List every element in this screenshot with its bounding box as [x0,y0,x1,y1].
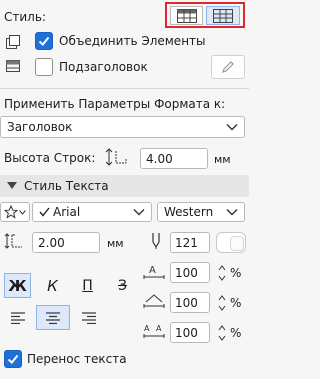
row-height-icon [105,148,127,166]
width-factor-icon: A [143,265,165,279]
width-factor-value: 100 [175,266,198,280]
chevron-down-icon [226,209,238,216]
spacing-factor-icon [143,294,165,308]
subheader-checkbox[interactable] [35,58,53,76]
spacing-factor-stepper[interactable] [218,294,226,312]
chevron-down-icon [19,209,26,215]
svg-text:A: A [144,324,150,333]
stepper-arrows-icon [218,265,226,281]
italic-glyph: К [47,276,58,295]
leading-factor-stepper[interactable] [218,324,226,342]
spacing-factor-percent: % [230,296,242,310]
leading-factor-percent: % [230,326,242,340]
spacing-factor-value: 100 [175,296,198,310]
spacing-factor-input[interactable]: 100 [170,292,210,313]
width-factor-input[interactable]: 100 [170,262,210,283]
table-grid-icon [176,8,197,23]
bold-button[interactable]: Ж [4,273,31,298]
align-right-button[interactable] [75,305,102,330]
merge-elements-checkbox[interactable] [35,32,53,50]
apply-format-value: Заголовок [7,120,73,134]
subheader-table-icon [6,60,20,72]
row-height-input[interactable]: 4.00 [140,148,208,169]
pencil-icon [222,61,234,73]
merge-elements-label: Объединить Элементы [59,34,206,48]
bold-glyph: Ж [8,276,27,295]
row-height-unit: мм [214,153,231,166]
apply-format-label: Применить Параметры Формата к: [4,97,226,111]
script-dropdown[interactable]: Western [157,202,245,222]
table-style-plain-button[interactable] [206,6,240,25]
text-style-title: Стиль Текста [24,179,109,193]
collapse-triangle-icon [7,182,17,189]
align-center-button[interactable] [36,305,70,330]
strikethrough-button[interactable]: З [109,273,136,298]
align-center-icon [46,311,60,324]
stepper-arrows-icon [218,325,226,341]
subheader-label: Подзаголовок [59,60,148,74]
leading-factor-value: 100 [175,326,198,340]
wrap-text-label: Перенос текста [27,352,127,366]
width-factor-percent: % [230,266,242,280]
pen-number-input[interactable]: 121 [170,232,210,253]
underline-button[interactable]: П [74,273,101,298]
row-height-label: Высота Строк: [4,151,96,165]
font-dropdown[interactable]: Arial [32,202,152,222]
align-left-button[interactable] [4,305,31,330]
width-factor-stepper[interactable] [218,264,226,282]
script-name: Western [164,205,214,219]
stepper-arrows-icon [218,295,226,311]
strikethrough-glyph: З [118,277,127,294]
text-size-input[interactable]: 2.00 [32,232,100,253]
checkmark-icon [7,354,19,364]
pen-number-value: 121 [175,236,198,250]
wrap-text-checkbox[interactable] [4,350,22,368]
favorites-dropdown[interactable] [0,202,30,222]
merge-cells-icon [6,35,20,49]
font-name: Arial [53,205,81,219]
svg-text:A: A [149,265,156,276]
chevron-down-icon [226,124,238,131]
apply-format-dropdown[interactable]: Заголовок [0,116,245,138]
divider [0,88,249,89]
align-right-icon [81,311,96,324]
italic-button[interactable]: К [39,273,66,298]
align-left-icon [10,311,25,324]
text-size-value: 2.00 [38,236,65,250]
table-grid-icon [213,8,233,23]
underline-glyph: П [82,277,93,294]
checkmark-icon [39,207,50,217]
leading-factor-icon: A A [143,324,165,338]
checkmark-icon [38,36,50,46]
svg-text:A: A [156,324,162,333]
star-icon [4,205,18,219]
pen-icon [152,233,160,249]
edit-subheader-button[interactable] [211,55,245,79]
chevron-down-icon [133,209,145,216]
text-size-icon [4,233,22,249]
table-style-header-button[interactable] [170,6,203,25]
pen-color-knob [230,236,244,251]
leading-factor-input[interactable]: 100 [170,322,210,343]
row-height-value: 4.00 [146,152,173,166]
text-size-unit: мм [107,237,124,250]
pen-color-swatch[interactable] [216,232,246,253]
text-style-section-header[interactable]: Стиль Текста [0,175,249,197]
style-label: Стиль: [4,10,46,24]
